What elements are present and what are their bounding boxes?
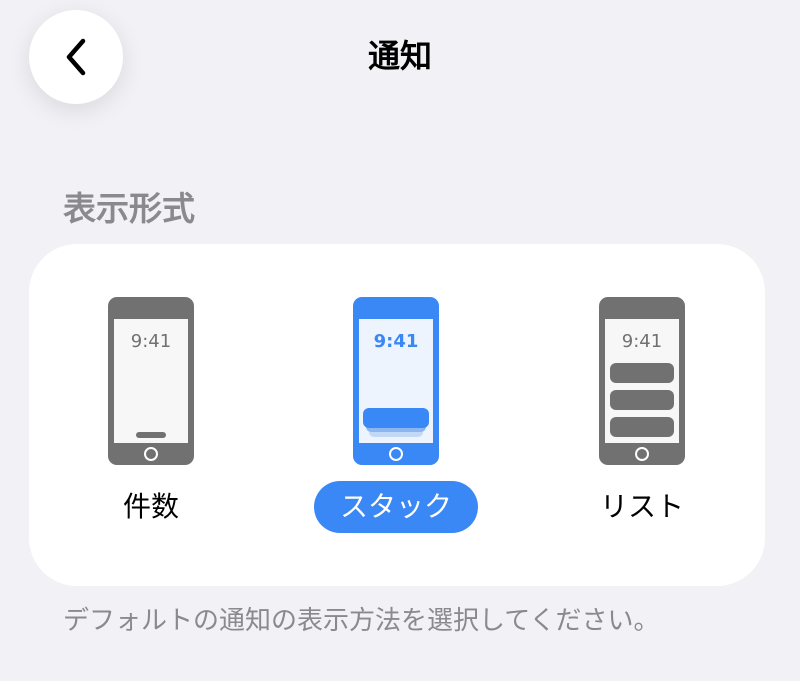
page-title: 通知 (367, 37, 432, 75)
time-label: 9:41 (622, 331, 662, 352)
time-label: 9:41 (131, 331, 171, 352)
option-list[interactable]: 9:41 リスト (542, 244, 742, 586)
phone-preview-count-icon: 9:41 (108, 297, 194, 465)
option-label-count: 件数 (122, 490, 180, 523)
option-label-stack: スタック (313, 481, 479, 533)
time-label: 9:41 (374, 331, 419, 352)
phone-preview-stack-icon: 9:41 (353, 297, 439, 465)
footer-description: デフォルトの通知の表示方法を選択してください。 (63, 606, 660, 636)
section-header: 表示形式 (63, 189, 195, 228)
option-label-list: リスト (599, 490, 685, 523)
option-count[interactable]: 9:41 件数 (51, 244, 251, 586)
phone-preview-list-icon: 9:41 (599, 297, 685, 465)
display-style-card: 9:41 件数 9:41 スタック 9:41 リスト (29, 244, 765, 586)
option-stack[interactable]: 9:41 スタック (296, 244, 496, 586)
